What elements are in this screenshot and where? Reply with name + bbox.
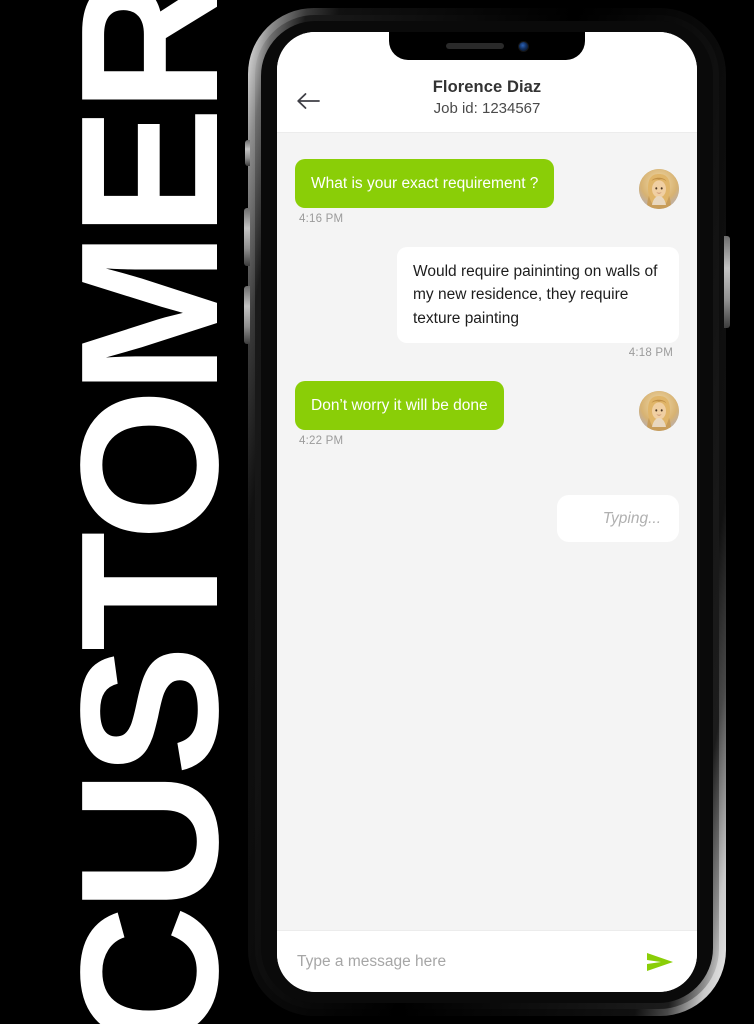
avatar[interactable] [639, 390, 679, 431]
message-composer [277, 930, 697, 992]
phone-notch [389, 32, 585, 60]
typing-indicator-row: Typing... [295, 494, 679, 542]
send-arrow-icon [646, 951, 674, 973]
message-list[interactable]: What is your exact requirement ? 4:16 PM… [277, 133, 697, 930]
back-arrow-icon [295, 91, 321, 111]
message-timestamp: 4:16 PM [299, 213, 344, 225]
volume-up-button[interactable] [244, 208, 250, 266]
message-timestamp: 4:22 PM [299, 434, 344, 447]
watermark-text: CUSTOMER [40, 0, 259, 1024]
silence-switch-button[interactable] [245, 140, 250, 166]
speaker-grille-icon [445, 43, 504, 49]
volume-down-button[interactable] [244, 286, 250, 344]
message-bubble[interactable]: Would require paininting on walls of my … [397, 247, 679, 343]
message-row: Would require paininting on walls of my … [295, 247, 679, 343]
avatar[interactable] [639, 169, 679, 209]
message-bubble[interactable]: What is your exact requirement ? [295, 159, 555, 209]
message-bubble[interactable]: Don’t worry it will be done [295, 380, 504, 430]
page-title: Florence Diaz [432, 78, 542, 96]
header-title-block: Florence Diaz Job id: 1234567 [277, 76, 697, 120]
power-button[interactable] [724, 236, 730, 328]
phone-screen: Florence Diaz Job id: 1234567 What is yo… [277, 32, 697, 992]
message-row: Don’t worry it will be done [295, 380, 679, 431]
typing-indicator: Typing... [557, 494, 679, 542]
message-timestamp: 4:18 PM [628, 346, 673, 359]
message-input[interactable] [297, 952, 635, 971]
front-camera-icon [517, 40, 529, 52]
back-button[interactable] [291, 86, 325, 116]
message-row: What is your exact requirement ? [295, 159, 679, 209]
job-id-label: Job id: 1234567 [433, 100, 541, 118]
send-button[interactable] [645, 949, 675, 975]
